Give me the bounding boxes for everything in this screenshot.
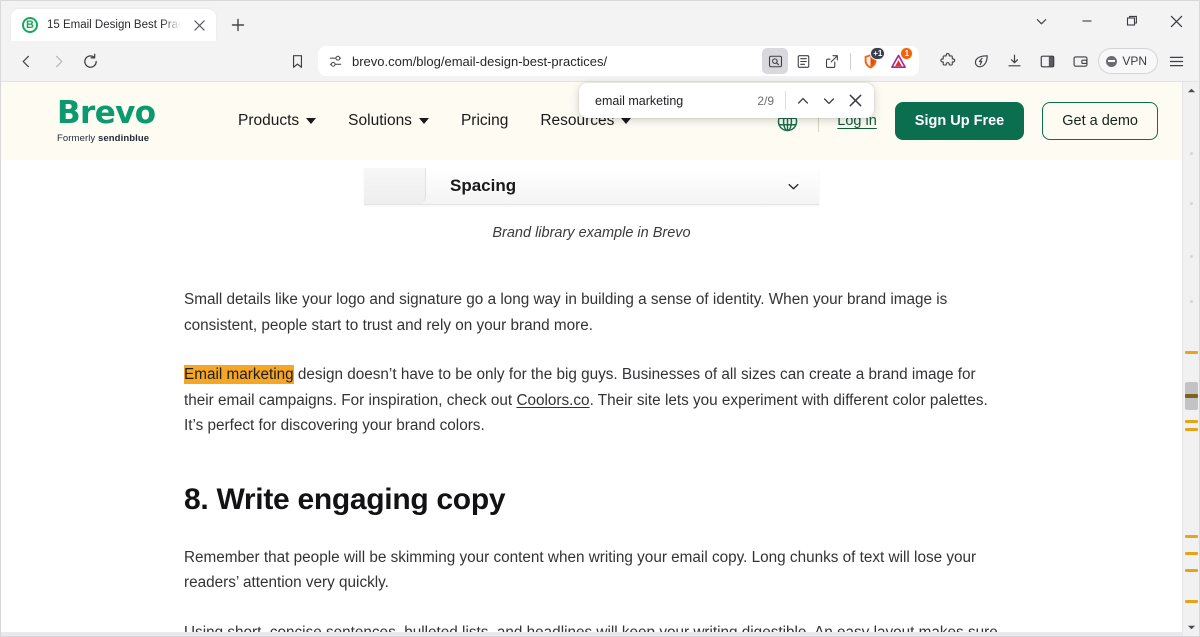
vpn-status-dot	[1106, 56, 1117, 67]
chevron-down-icon	[306, 118, 316, 124]
spacing-label: Spacing	[450, 176, 516, 196]
url-text[interactable]: brevo.com/blog/email-design-best-practic…	[352, 54, 753, 69]
page-bottom-strip	[1, 632, 1182, 636]
reader-mode-icon[interactable]	[790, 48, 816, 74]
find-in-page-bar: 2/9	[579, 83, 874, 118]
nav-item-pricing[interactable]: Pricing	[461, 112, 508, 130]
paragraph-skimming: Remember that people will be skimming yo…	[184, 545, 999, 596]
site-settings-sliders-icon[interactable]	[328, 54, 343, 69]
nav-label: Pricing	[461, 112, 508, 130]
scroll-marker	[1190, 152, 1193, 155]
tab-title: 15 Email Design Best Practices f	[47, 19, 181, 31]
forward-arrow-icon[interactable]	[43, 46, 73, 76]
navigation-toolbar: brevo.com/blog/email-design-best-practic…	[1, 41, 1199, 81]
find-match-tick	[1185, 428, 1198, 431]
extensions-puzzle-icon[interactable]	[933, 46, 963, 76]
browser-window: B 15 Email Design Best Practices f	[0, 0, 1200, 637]
browser-tab[interactable]: B 15 Email Design Best Practices f	[11, 9, 216, 41]
reload-icon[interactable]	[75, 46, 105, 76]
hamburger-menu-icon[interactable]	[1161, 46, 1191, 76]
scroll-down-arrow-icon[interactable]	[1183, 619, 1199, 636]
logo-sub-brand: sendinblue	[98, 133, 149, 144]
get-a-demo-button[interactable]: Get a demo	[1042, 102, 1158, 140]
close-tab-icon[interactable]	[190, 16, 208, 34]
page-scrollbar[interactable]	[1182, 82, 1199, 636]
logo-sub-prefix: Formerly	[57, 133, 98, 144]
coolors-link[interactable]: Coolors.co	[516, 392, 589, 409]
downloads-icon[interactable]	[999, 46, 1029, 76]
logo-wordmark: Brevo	[57, 98, 183, 129]
signup-free-button[interactable]: Sign Up Free	[895, 102, 1024, 140]
section-heading: 8. Write engaging copy	[184, 483, 999, 517]
find-match-tick	[1185, 569, 1198, 572]
shields-badge: +1	[870, 47, 885, 60]
nav-label: Solutions	[348, 112, 412, 130]
figure-caption: Brand library example in Brevo	[1, 225, 1182, 241]
chevron-down-icon	[419, 118, 429, 124]
find-match-tick	[1185, 600, 1198, 603]
find-match-tick-active	[1185, 394, 1198, 398]
find-divider	[785, 91, 786, 110]
find-match-tick	[1185, 552, 1198, 555]
spacing-thumbnail	[364, 168, 426, 204]
share-icon[interactable]	[818, 48, 844, 74]
urlbar-actions: +1 1	[762, 48, 911, 74]
sidebar-panel-icon[interactable]	[1032, 46, 1062, 76]
right-toolbar: VPN	[933, 46, 1191, 76]
chevron-down-icon[interactable]	[786, 179, 801, 194]
toolbar-divider	[850, 53, 851, 70]
vpn-label: VPN	[1122, 54, 1147, 68]
scroll-marker	[1190, 202, 1193, 205]
find-next-icon[interactable]	[816, 88, 842, 114]
find-previous-icon[interactable]	[790, 88, 816, 114]
back-arrow-icon[interactable]	[11, 46, 41, 76]
tab-search-chevron-icon[interactable]	[1019, 2, 1064, 40]
maximize-button[interactable]	[1109, 2, 1154, 40]
bookmark-outline-icon[interactable]	[282, 46, 312, 76]
brave-shields-icon[interactable]: +1	[857, 48, 883, 74]
scroll-up-arrow-icon[interactable]	[1183, 82, 1199, 99]
nav-item-products[interactable]: Products	[238, 112, 316, 130]
find-match-tick	[1185, 535, 1198, 538]
tab-strip: B 15 Email Design Best Practices f	[1, 1, 1199, 41]
site-navigation: Products Solutions Pricing Resources	[238, 112, 631, 130]
page-viewport: Brevo Formerly sendinblue Products Solut…	[1, 81, 1199, 636]
scroll-marker	[1190, 300, 1193, 303]
brand-library-spacing-card[interactable]: Spacing	[364, 168, 819, 205]
web-page: Brevo Formerly sendinblue Products Solut…	[1, 82, 1182, 636]
article-content: Small details like your logo and signatu…	[184, 241, 999, 636]
close-find-icon[interactable]	[842, 88, 868, 114]
find-match-count: 2/9	[757, 94, 774, 108]
close-window-button[interactable]	[1154, 2, 1199, 40]
article-body: Spacing Brand library example in Brevo S…	[1, 168, 1182, 636]
new-tab-button[interactable]	[224, 11, 252, 39]
nav-label: Products	[238, 112, 299, 130]
find-match-tick	[1185, 351, 1198, 354]
vpn-button[interactable]: VPN	[1098, 48, 1158, 74]
tab-favicon: B	[22, 17, 38, 33]
paragraph-email-marketing: Email marketing design doesn’t have to b…	[184, 362, 999, 439]
url-bar[interactable]: brevo.com/blog/email-design-best-practic…	[318, 46, 919, 76]
find-match-tick	[1185, 420, 1198, 423]
logo-subtitle: Formerly sendinblue	[57, 133, 183, 144]
leo-triangle-icon[interactable]: 1	[885, 48, 911, 74]
chevron-down-icon	[621, 118, 631, 124]
scroll-marker	[1190, 255, 1193, 258]
window-controls	[1019, 1, 1199, 41]
paragraph-intro: Small details like your logo and signatu…	[184, 287, 999, 338]
find-input[interactable]	[595, 94, 757, 108]
minimize-button[interactable]	[1064, 2, 1109, 40]
leo-badge: 1	[900, 47, 913, 60]
brevo-logo[interactable]: Brevo Formerly sendinblue	[57, 98, 183, 144]
find-highlight-active: Email marketing	[184, 365, 294, 384]
nav-item-solutions[interactable]: Solutions	[348, 112, 429, 130]
find-in-page-icon[interactable]	[762, 48, 788, 74]
leo-leaf-icon[interactable]	[966, 46, 996, 76]
wallet-icon[interactable]	[1065, 46, 1095, 76]
